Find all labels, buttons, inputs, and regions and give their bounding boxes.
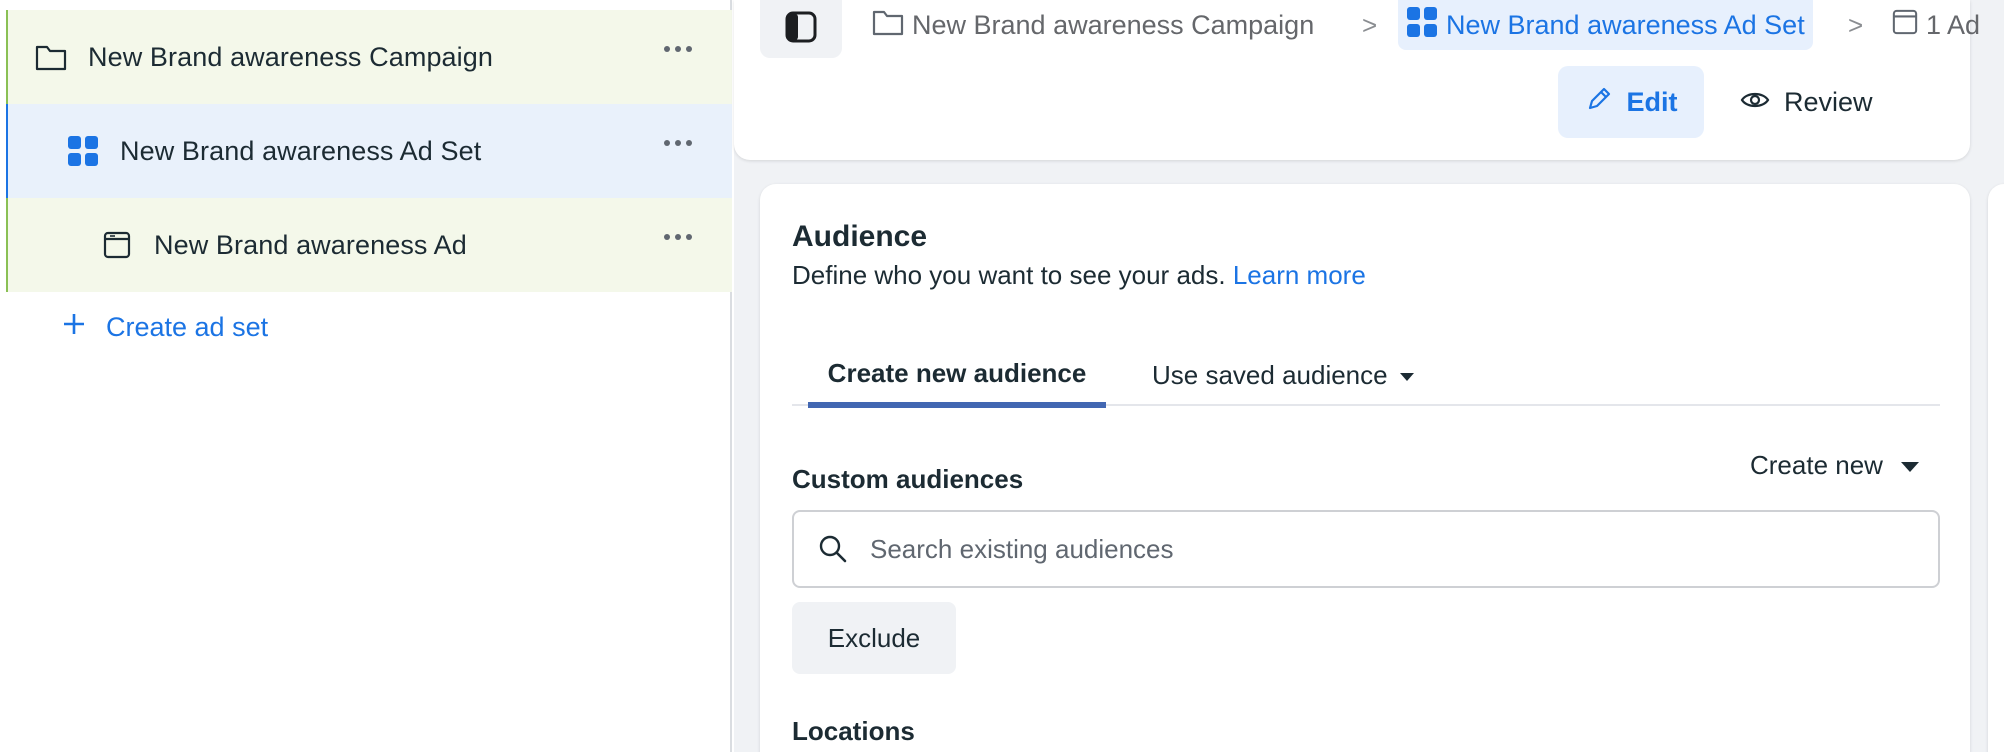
audience-subtitle-text: Define who you want to see your ads. — [792, 260, 1226, 290]
breadcrumb-label: New Brand awareness Campaign — [912, 9, 1315, 40]
eye-icon — [1740, 87, 1770, 118]
audience-title: Audience — [792, 220, 928, 253]
search-audiences-field[interactable] — [792, 510, 1940, 588]
ad-page-icon — [1892, 9, 1918, 42]
more-options-icon[interactable] — [664, 46, 692, 52]
breadcrumb-campaign[interactable]: New Brand awareness Campaign — [872, 0, 1314, 50]
breadcrumb-ad[interactable]: 1 Ad — [1892, 0, 1980, 50]
locations-label: Locations — [792, 716, 915, 746]
create-new-dropdown[interactable]: Create new — [1750, 450, 1919, 481]
audience-subtitle: Define who you want to see your ads. Lea… — [792, 260, 1366, 291]
caret-down-icon — [1900, 462, 1919, 472]
plus-icon — [62, 312, 86, 343]
tree-item-label: New Brand awareness Ad Set — [120, 135, 482, 166]
learn-more-link[interactable]: Learn more — [1233, 260, 1366, 290]
edit-label: Edit — [1626, 86, 1678, 117]
editor-panel: New Brand awareness Campaign > New Brand… — [734, 0, 2004, 752]
breadcrumb-label: New Brand awareness Ad Set — [1446, 9, 1805, 40]
grid-icon — [1406, 6, 1438, 45]
audience-card: Audience Define who you want to see your… — [760, 184, 1970, 752]
folder-icon — [872, 8, 904, 43]
side-panel-edge — [1988, 184, 2004, 752]
toggle-sidebar-button[interactable] — [760, 0, 842, 58]
edit-button[interactable]: Edit — [1558, 66, 1704, 138]
review-button[interactable]: Review — [1740, 66, 1873, 138]
breadcrumb-separator: > — [1848, 9, 1864, 40]
campaign-tree-panel: New Brand awareness Campaign New Brand a… — [0, 0, 732, 752]
custom-audiences-label: Custom audiences — [792, 464, 1024, 494]
create-new-label: Create new — [1750, 450, 1883, 480]
review-label: Review — [1784, 86, 1873, 117]
caret-down-icon — [1399, 372, 1414, 381]
search-audiences-input[interactable] — [870, 533, 1870, 565]
editor-header: New Brand awareness Campaign > New Brand… — [734, 0, 1980, 160]
tab-use-saved-audience[interactable]: Use saved audience — [1152, 344, 1414, 406]
create-adset-label: Create ad set — [106, 312, 269, 342]
breadcrumb-adset[interactable]: New Brand awareness Ad Set — [1398, 0, 1813, 50]
exclude-button[interactable]: Exclude — [792, 602, 956, 674]
breadcrumb-label: 1 Ad — [1926, 9, 1981, 40]
tree-item-ad[interactable]: New Brand awareness Ad — [6, 198, 732, 292]
more-options-icon[interactable] — [664, 140, 692, 146]
pencil-icon — [1585, 85, 1613, 120]
more-options-icon[interactable] — [664, 234, 692, 240]
breadcrumb-separator: > — [1362, 9, 1378, 40]
tree-item-campaign[interactable]: New Brand awareness Campaign — [6, 10, 732, 104]
ad-page-icon — [102, 231, 132, 259]
audience-tabs: Create new audience Use saved audience — [792, 344, 1940, 408]
folder-icon — [34, 43, 68, 71]
tab-label: Use saved audience — [1152, 359, 1388, 390]
tab-create-new-audience[interactable]: Create new audience — [808, 344, 1106, 408]
grid-icon — [66, 135, 100, 167]
tree-item-label: New Brand awareness Campaign — [88, 41, 494, 72]
search-icon — [818, 534, 848, 564]
sidebar-toggle-icon — [784, 10, 818, 49]
tree-item-adset[interactable]: New Brand awareness Ad Set — [6, 104, 732, 198]
tree-item-label: New Brand awareness Ad — [154, 229, 467, 260]
create-adset-button[interactable]: Create ad set — [62, 312, 268, 343]
